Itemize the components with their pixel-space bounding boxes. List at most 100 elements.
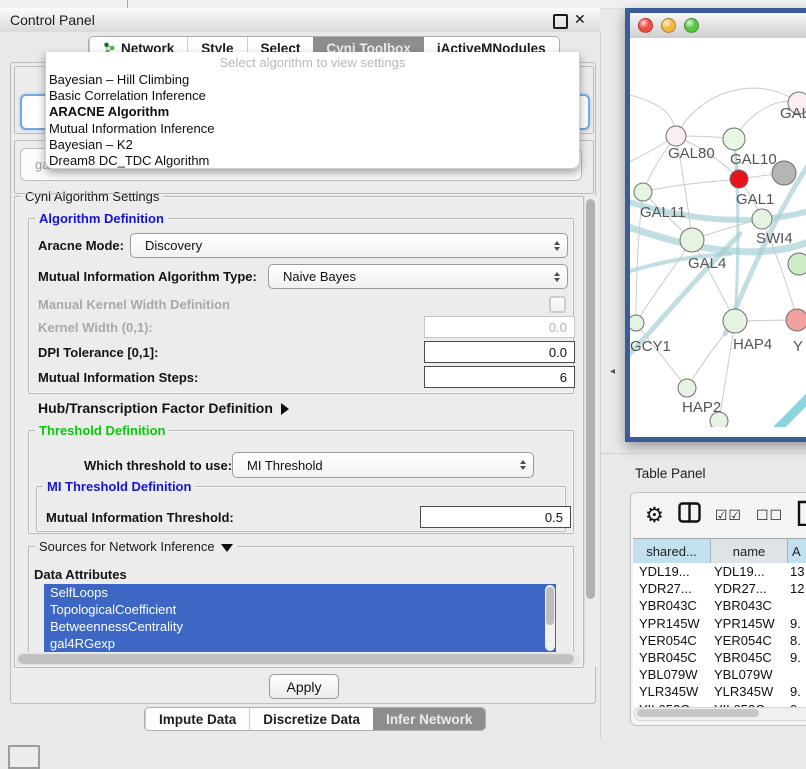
attribute-item[interactable]: TopologicalCoefficient [44,601,556,618]
dropdown-item[interactable]: ARACNE Algorithm [46,104,579,120]
hub-definition-expander[interactable]: Hub/Transcription Factor Definition [38,400,289,416]
close-icon[interactable]: ✕ [574,11,586,28]
mi-type-label: Mutual Information Algorithm Type: [38,269,257,284]
table-row[interactable]: YPR145W YPR145W 9. [633,615,806,632]
cell-value: 12 [786,581,806,596]
table-panel-separator [600,453,806,454]
table-row[interactable]: YDL19... YDL19... 13 [633,563,806,580]
network-window-titlebar[interactable] [630,13,806,39]
tab[interactable]: Discretize Data [249,708,373,730]
network-node-right-green[interactable] [788,253,806,275]
dropdown-list: Bayesian – Hill ClimbingBasic Correlatio… [46,72,579,169]
columns-icon[interactable] [678,502,701,528]
network-node-label: HAP2 [682,399,721,416]
panel-grip-box[interactable] [8,745,40,769]
cell-shared-name: YLR345W [633,684,710,699]
tab-label: Discretize Data [263,712,360,727]
table-row[interactable]: YER054C YER054C 8. [633,632,806,649]
dropdown-item[interactable]: Basic Correlation Inference [46,88,579,104]
network-node-GAL10[interactable] [723,128,745,150]
close-traffic-light-icon[interactable] [638,18,653,33]
dropdown-item[interactable]: Bayesian – K2 [46,137,579,153]
algorithm-dropdown: Select algorithm to view settings Bayesi… [45,52,580,169]
top-strip-divider [127,0,128,8]
dropdown-item[interactable]: Mutual Information Inference [46,121,579,137]
tab-label: Impute Data [159,712,236,727]
spinner-arrows-icon [520,460,526,470]
attributes-scrollbar-thumb[interactable] [546,587,554,625]
attribute-item[interactable]: BetweennessCentrality [44,618,556,635]
network-node-HAP4[interactable] [723,309,747,333]
which-threshold-combo[interactable]: MI Threshold [232,452,534,478]
float-window-icon[interactable] [553,14,568,29]
control-panel-titlebar: Control Panel [0,8,600,33]
dropdown-item[interactable]: Dream8 DC_TDC Algorithm [46,153,579,169]
table-row[interactable]: YLR345W YLR345W 9. [633,683,806,700]
network-node-label: HAP4 [733,336,772,353]
tab-label: Infer Network [386,712,472,727]
cell-name: YDR27... [710,581,786,596]
zoom-traffic-light-icon[interactable] [684,18,699,33]
column-header-clipped[interactable]: A [788,539,806,563]
network-node-label: GAL11 [640,204,686,221]
network-node-HAP2[interactable] [678,379,696,397]
which-threshold-label: Which threshold to use: [84,458,232,473]
select-all-checks-icon[interactable]: ☑☑ [715,507,742,524]
network-canvas[interactable]: GALGAL80GAL10GAL1GAL11SWI4GAL4GCY1HAP4YH… [630,38,806,427]
mi-steps-field[interactable]: 6 [424,366,575,388]
network-node-label: GAL1 [736,191,774,208]
aracne-mode-label: Aracne Mode: [38,238,124,253]
document-icon[interactable] [797,500,806,531]
table-row[interactable]: YBL079W YBL079W [633,666,806,683]
cell-shared-name: YBL079W [633,667,710,682]
settings-vertical-scrollbar-thumb[interactable] [586,199,595,599]
gear-icon[interactable]: ⚙ [645,503,664,528]
tab[interactable]: Infer Network [373,708,485,730]
tab[interactable]: Impute Data [145,708,249,730]
attribute-item[interactable]: gal4RGexp [44,635,556,652]
expand-right-icon [281,403,289,415]
cell-shared-name: YPR145W [633,616,710,631]
network-node-SWI4[interactable] [752,209,772,229]
network-node-GAL4[interactable] [680,228,704,252]
mi-type-combo[interactable]: Naive Bayes [268,264,568,289]
dropdown-item[interactable]: Bayesian – Hill Climbing [46,72,579,88]
table-row[interactable]: YBR043C YBR043C [633,597,806,614]
cell-value: 9. [786,616,806,631]
sources-title: Sources for Network Inference [35,539,237,554]
cell-value: 13 [786,564,806,579]
network-node-label: GAL10 [730,151,777,168]
cell-shared-name: YDL19... [633,564,710,579]
cell-name: YPR145W [710,616,786,631]
apply-button[interactable]: Apply [269,674,339,699]
table-row[interactable]: YBR045C YBR045C 9. [633,649,806,666]
manual-kernel-checkbox[interactable] [549,296,566,313]
network-node-salmon-node[interactable] [786,309,806,331]
network-node-GAL80[interactable] [666,126,686,146]
deselect-all-checks-icon[interactable]: ☐☐ [756,507,783,524]
mi-threshold-field[interactable]: 0.5 [420,506,571,528]
dpi-tolerance-field[interactable]: 0.0 [424,341,575,363]
network-node-GAL11[interactable] [634,183,652,201]
attribute-item[interactable]: SelfLoops [44,584,556,601]
settings-horizontal-scrollbar-thumb[interactable] [18,654,574,664]
table-row[interactable]: YDR27... YDR27... 12 [633,580,806,597]
network-view-window: GALGAL80GAL10GAL1GAL11SWI4GAL4GCY1HAP4YH… [625,8,806,442]
algorithm-definition-title: Algorithm Definition [35,211,168,226]
splitter-collapse-icon[interactable]: ◂ [610,366,615,377]
network-node-GCY1[interactable] [630,315,644,331]
table-horizontal-scrollbar[interactable] [634,707,806,721]
network-node-red-node[interactable] [730,170,748,188]
column-header-name[interactable]: name [711,539,788,563]
minimize-traffic-light-icon[interactable] [661,18,676,33]
table-window: ⚙ ☑☑ ☐☐ shared... name A YDL19... YDL19.… [630,492,806,726]
column-header-shared[interactable]: shared... [633,539,711,563]
table-horizontal-scrollbar-thumb[interactable] [637,709,759,717]
kernel-width-field[interactable]: 0.0 [424,316,575,338]
cell-value: 9. [786,650,806,665]
mi-threshold-label: Mutual Information Threshold: [46,510,234,525]
aracne-mode-combo[interactable]: Discovery [130,233,568,258]
mi-steps-label: Mutual Information Steps: [38,370,198,385]
cell-name: YLR345W [710,684,786,699]
cell-name: YBR043C [710,598,786,613]
